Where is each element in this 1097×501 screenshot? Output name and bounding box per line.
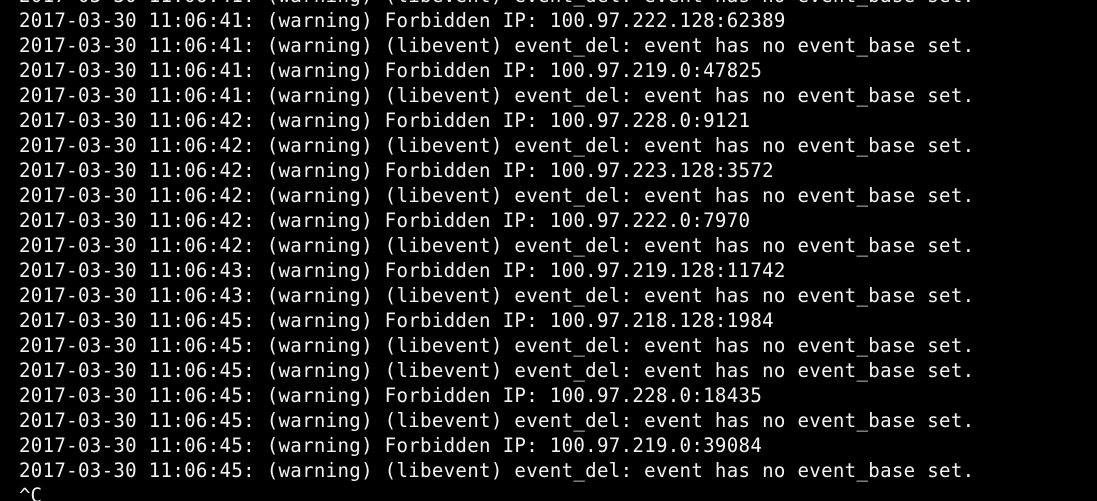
- log-line: 2017-03-30 11:06:45: (warning) (libevent…: [19, 359, 975, 382]
- log-line: 2017-03-30 11:06:43: (warning) (libevent…: [19, 284, 975, 307]
- log-line: 2017-03-30 11:06:41: (warning) Forbidden…: [19, 9, 786, 32]
- log-line: 2017-03-30 11:06:41: (warning) (libevent…: [19, 84, 975, 107]
- log-line: 2017-03-30 11:06:41: (warning) (libevent…: [19, 0, 974, 8]
- log-line: 2017-03-30 11:06:41: (warning) Forbidden…: [19, 59, 763, 82]
- log-line: 2017-03-30 11:06:42: (warning) Forbidden…: [19, 109, 751, 132]
- log-line: 2017-03-30 11:06:42: (warning) (libevent…: [19, 134, 975, 157]
- log-line: 2017-03-30 11:06:42: (warning) Forbidden…: [19, 159, 774, 182]
- log-line: 2017-03-30 11:06:45: (warning) (libevent…: [19, 409, 975, 432]
- log-output: 2017-03-30 11:06:41: (warning) (libevent…: [19, 0, 974, 483]
- log-line: 2017-03-30 11:06:42: (warning) Forbidden…: [19, 209, 751, 232]
- log-line: 2017-03-30 11:06:41: (warning) (libevent…: [19, 34, 975, 57]
- log-line: 2017-03-30 11:06:45: (warning) Forbidden…: [19, 434, 763, 457]
- log-line: 2017-03-30 11:06:43: (warning) Forbidden…: [19, 259, 786, 282]
- log-line: 2017-03-30 11:06:42: (warning) (libevent…: [19, 184, 975, 207]
- log-line: 2017-03-30 11:06:45: (warning) (libevent…: [19, 334, 975, 357]
- log-line: 2017-03-30 11:06:42: (warning) (libevent…: [19, 234, 975, 257]
- log-line: 2017-03-30 11:06:45: (warning) Forbidden…: [19, 384, 763, 407]
- terminal-window[interactable]: 2017-03-30 11:06:41: (warning) (libevent…: [0, 0, 1097, 501]
- log-line: 2017-03-30 11:06:45: (warning) (libevent…: [19, 459, 975, 482]
- interrupt-line: ^C: [19, 484, 42, 501]
- log-line: 2017-03-30 11:06:45: (warning) Forbidden…: [19, 309, 774, 332]
